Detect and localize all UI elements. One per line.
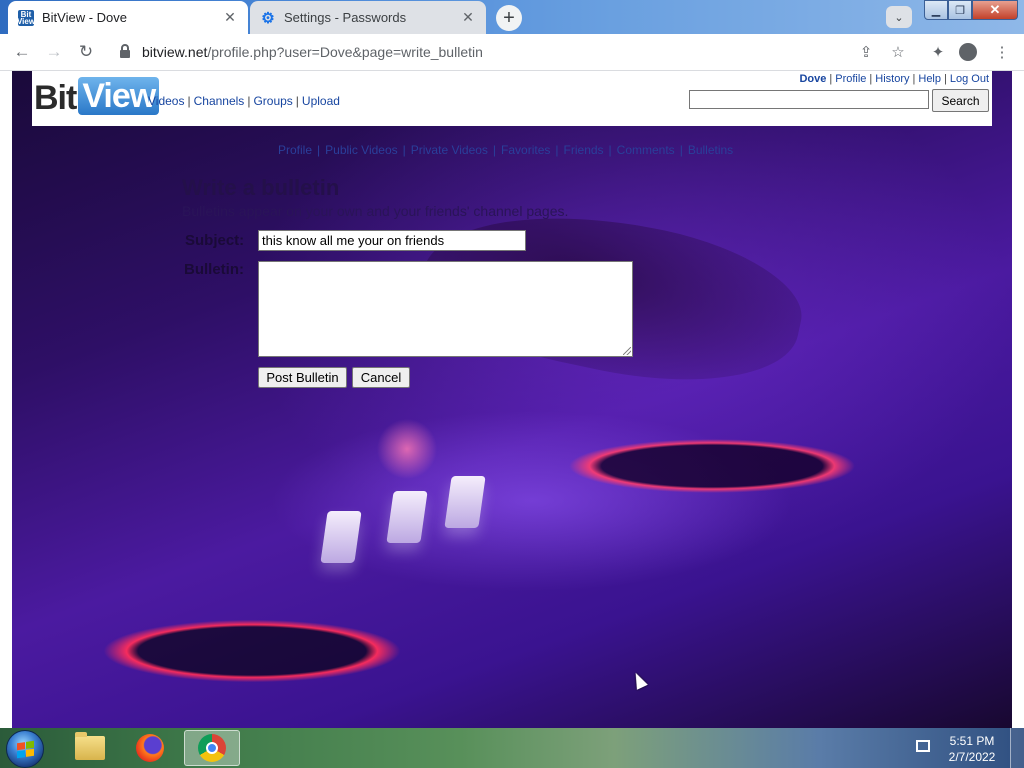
system-clock[interactable]: 5:51 PM 2/7/2022	[944, 733, 1000, 765]
maximize-button[interactable]: ❐	[948, 0, 972, 20]
profile-nav-bulletins[interactable]: Bulletins	[688, 143, 733, 157]
taskbar-firefox[interactable]	[122, 730, 178, 766]
bookmark-star-icon[interactable]: ☆	[888, 42, 908, 62]
profile-nav-public-videos[interactable]: Public Videos	[325, 143, 398, 157]
background-knob	[320, 511, 362, 563]
nav-logout[interactable]: Log Out	[950, 73, 989, 85]
nav-channels[interactable]: Channels	[194, 94, 245, 108]
post-bulletin-button[interactable]: Post Bulletin	[258, 367, 347, 388]
close-tab-icon[interactable]: ✕	[222, 9, 238, 26]
taskbar-chrome[interactable]	[184, 730, 240, 766]
address-bar[interactable]: bitview.net/profile.php?user=Dove&page=w…	[108, 38, 916, 66]
nav-profile[interactable]: Profile	[835, 73, 866, 85]
file-explorer-icon	[75, 732, 105, 760]
nav-upload[interactable]: Upload	[302, 94, 340, 108]
resize-grip-icon[interactable]	[623, 347, 631, 355]
page-description: Bulletins appear on your own and your fr…	[182, 203, 569, 219]
profile-nav: Profile | Public Videos | Private Videos | Fav…	[278, 143, 734, 157]
lock-icon[interactable]	[120, 44, 130, 58]
profile-nav-friends[interactable]: Friends	[564, 143, 604, 157]
taskbar-file-explorer[interactable]	[62, 730, 118, 766]
nav-videos[interactable]: Videos	[148, 94, 184, 108]
mouse-cursor-icon	[630, 670, 648, 690]
bulletin-textarea[interactable]	[258, 261, 633, 357]
show-desktop-button[interactable]	[1010, 728, 1024, 768]
start-button[interactable]	[6, 730, 44, 768]
close-tab-icon[interactable]: ✕	[460, 9, 476, 26]
profile-nav-comments[interactable]: Comments	[617, 143, 675, 157]
close-window-button[interactable]: ✕	[972, 0, 1018, 20]
subject-input[interactable]: this know all me your on friends	[258, 230, 526, 251]
tab-settings[interactable]: ⚙ Settings - Passwords ✕	[250, 1, 486, 34]
nav-groups[interactable]: Groups	[253, 94, 292, 108]
clock-date: 2/7/2022	[948, 750, 996, 764]
bulletin-label: Bulletin:	[184, 261, 244, 278]
main-nav: Videos | Channels | Groups | Upload	[148, 94, 340, 108]
tab-strip: Bit View BitView - Dove ✕ ⚙ Settings - Pa…	[0, 0, 1024, 34]
browser-toolbar: ← → ↻ bitview.net/profile.php?user=Dove&…	[0, 34, 1024, 71]
tab-bitview[interactable]: Bit View BitView - Dove ✕	[8, 1, 248, 34]
tab-title: BitView - Dove	[42, 10, 128, 25]
page-viewport: Bit View Videos | Channels | Groups | Upload D…	[12, 71, 1012, 728]
background-knob	[444, 476, 486, 528]
back-arrow-icon[interactable]: ←	[12, 42, 32, 62]
extensions-puzzle-icon[interactable]: ✦	[928, 42, 948, 62]
tab-title: Settings - Passwords	[284, 10, 407, 25]
user-nav: Dove | Profile | History | Help | Log Out	[799, 73, 989, 85]
page-right-margin	[1012, 71, 1024, 728]
site-header: Bit View Videos | Channels | Groups | Upload D…	[32, 71, 992, 126]
new-tab-button[interactable]: +	[496, 5, 522, 31]
site-search-input[interactable]	[689, 90, 929, 109]
site-search-button[interactable]: Search	[932, 89, 989, 112]
page-title: Write a bulletin	[182, 175, 340, 200]
page-left-margin	[0, 71, 12, 728]
profile-avatar-icon[interactable]	[958, 42, 978, 62]
taskbar: 5:51 PM 2/7/2022	[0, 728, 1024, 768]
gear-icon: ⚙	[261, 9, 275, 27]
clock-time: 5:51 PM	[949, 734, 995, 748]
share-icon[interactable]: ⇪	[856, 42, 876, 62]
profile-nav-profile[interactable]: Profile	[278, 143, 312, 157]
tab-search-chevron-icon[interactable]: ⌄	[886, 6, 912, 28]
nav-history[interactable]: History	[875, 73, 909, 85]
profile-nav-private-videos[interactable]: Private Videos	[411, 143, 488, 157]
nav-username[interactable]: Dove	[799, 73, 826, 85]
subject-label: Subject:	[185, 232, 245, 249]
windows-logo-icon	[16, 740, 34, 758]
nav-help[interactable]: Help	[918, 73, 941, 85]
minimize-button[interactable]: ▁	[924, 0, 948, 20]
bitview-favicon-icon: Bit View	[16, 9, 36, 26]
profile-nav-favorites[interactable]: Favorites	[501, 143, 550, 157]
reload-icon[interactable]: ↻	[76, 42, 96, 62]
url-text[interactable]: bitview.net/profile.php?user=Dove&page=w…	[142, 44, 483, 60]
network-icon[interactable]	[916, 740, 930, 752]
menu-kebab-icon[interactable]: ⋮	[992, 42, 1012, 62]
bitview-logo[interactable]: Bit View	[34, 75, 160, 115]
firefox-icon	[136, 734, 164, 762]
forward-arrow-icon[interactable]: →	[44, 42, 64, 62]
chrome-icon	[198, 734, 226, 762]
background-knob	[386, 491, 428, 543]
cancel-button[interactable]: Cancel	[352, 367, 410, 388]
